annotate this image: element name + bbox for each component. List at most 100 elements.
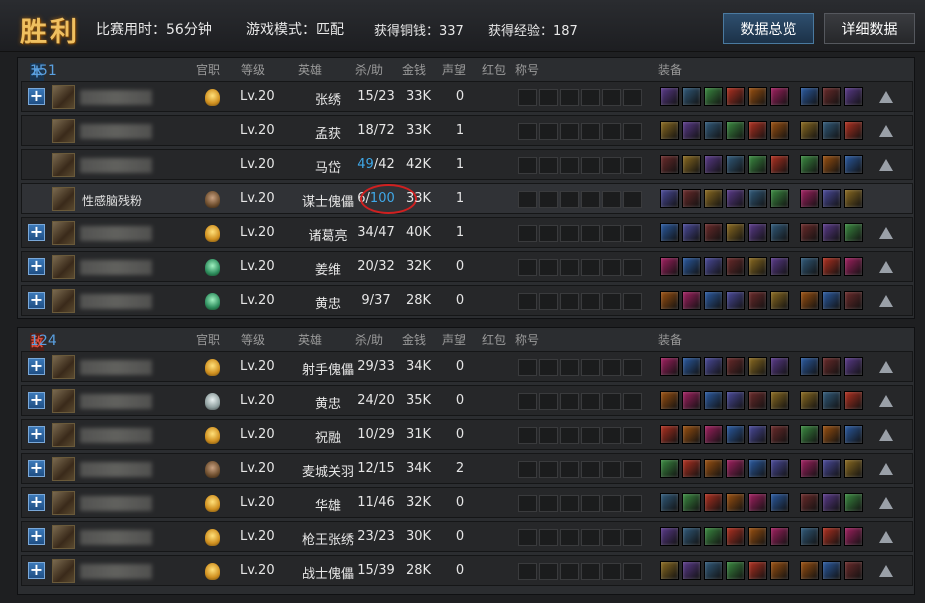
equipment-item-icon[interactable]: [726, 357, 745, 376]
player-row[interactable]: + Lv.20 诸葛亮 34/47 40K 1: [21, 217, 913, 248]
equipment-item-icon[interactable]: [682, 357, 701, 376]
equipment-item-icon[interactable]: [726, 121, 745, 140]
equipment-item-icon[interactable]: [844, 357, 863, 376]
equipment-item-icon[interactable]: [748, 561, 767, 580]
equipment-item-icon[interactable]: [726, 459, 745, 478]
equipment-item-icon[interactable]: [704, 493, 723, 512]
equipment-item-icon[interactable]: [660, 121, 679, 140]
equipment-item-icon[interactable]: [660, 189, 679, 208]
equipment-item-icon[interactable]: [822, 527, 841, 546]
equipment-item-icon[interactable]: [770, 425, 789, 444]
equipment-item-icon[interactable]: [844, 121, 863, 140]
report-icon[interactable]: [879, 395, 893, 407]
equipment-item-icon[interactable]: [704, 561, 723, 580]
equipment-item-icon[interactable]: [770, 391, 789, 410]
equipment-item-icon[interactable]: [770, 561, 789, 580]
equipment-item-icon[interactable]: [682, 493, 701, 512]
add-friend-button[interactable]: +: [28, 258, 45, 275]
player-row[interactable]: + Lv.20 枪王张绣 23/23 30K 0: [21, 521, 913, 552]
report-icon[interactable]: [879, 227, 893, 239]
equipment-item-icon[interactable]: [704, 189, 723, 208]
player-row[interactable]: Lv.20 孟获 18/72 33K 1: [21, 115, 913, 146]
report-icon[interactable]: [879, 295, 893, 307]
equipment-item-icon[interactable]: [800, 493, 819, 512]
equipment-item-icon[interactable]: [770, 493, 789, 512]
equipment-item-icon[interactable]: [660, 493, 679, 512]
equipment-item-icon[interactable]: [704, 391, 723, 410]
equipment-item-icon[interactable]: [748, 425, 767, 444]
equipment-item-icon[interactable]: [704, 155, 723, 174]
equipment-item-icon[interactable]: [822, 561, 841, 580]
equipment-item-icon[interactable]: [822, 291, 841, 310]
equipment-item-icon[interactable]: [748, 189, 767, 208]
equipment-item-icon[interactable]: [822, 223, 841, 242]
equipment-item-icon[interactable]: [748, 391, 767, 410]
data-overview-button[interactable]: 数据总览: [723, 13, 814, 44]
equipment-item-icon[interactable]: [770, 189, 789, 208]
equipment-item-icon[interactable]: [682, 257, 701, 276]
player-row[interactable]: + Lv.20 黄忠 24/20 35K 0: [21, 385, 913, 416]
equipment-item-icon[interactable]: [704, 527, 723, 546]
equipment-item-icon[interactable]: [726, 527, 745, 546]
equipment-item-icon[interactable]: [748, 357, 767, 376]
report-icon[interactable]: [879, 531, 893, 543]
player-row[interactable]: + Lv.20 麦城关羽 12/15 34K 2: [21, 453, 913, 484]
equipment-item-icon[interactable]: [682, 561, 701, 580]
equipment-item-icon[interactable]: [822, 87, 841, 106]
equipment-item-icon[interactable]: [800, 527, 819, 546]
add-friend-button[interactable]: +: [28, 224, 45, 241]
player-row[interactable]: + Lv.20 战士傀儡 15/39 28K 0: [21, 555, 913, 586]
equipment-item-icon[interactable]: [660, 425, 679, 444]
equipment-item-icon[interactable]: [726, 561, 745, 580]
report-icon[interactable]: [879, 91, 893, 103]
equipment-item-icon[interactable]: [748, 87, 767, 106]
add-friend-button[interactable]: +: [28, 460, 45, 477]
equipment-item-icon[interactable]: [748, 291, 767, 310]
equipment-item-icon[interactable]: [660, 459, 679, 478]
equipment-item-icon[interactable]: [800, 391, 819, 410]
equipment-item-icon[interactable]: [748, 257, 767, 276]
equipment-item-icon[interactable]: [726, 189, 745, 208]
equipment-item-icon[interactable]: [770, 527, 789, 546]
equipment-item-icon[interactable]: [844, 155, 863, 174]
equipment-item-icon[interactable]: [822, 189, 841, 208]
report-icon[interactable]: [879, 125, 893, 137]
equipment-item-icon[interactable]: [748, 527, 767, 546]
equipment-item-icon[interactable]: [844, 459, 863, 478]
equipment-item-icon[interactable]: [822, 357, 841, 376]
equipment-item-icon[interactable]: [822, 493, 841, 512]
equipment-item-icon[interactable]: [682, 223, 701, 242]
player-row[interactable]: + Lv.20 姜维 20/32 32K 0: [21, 251, 913, 282]
equipment-item-icon[interactable]: [660, 391, 679, 410]
equipment-item-icon[interactable]: [682, 87, 701, 106]
equipment-item-icon[interactable]: [682, 459, 701, 478]
equipment-item-icon[interactable]: [822, 425, 841, 444]
report-icon[interactable]: [879, 361, 893, 373]
equipment-item-icon[interactable]: [660, 155, 679, 174]
equipment-item-icon[interactable]: [726, 425, 745, 444]
add-friend-button[interactable]: +: [28, 88, 45, 105]
add-friend-button[interactable]: +: [28, 292, 45, 309]
equipment-item-icon[interactable]: [844, 257, 863, 276]
equipment-item-icon[interactable]: [800, 121, 819, 140]
equipment-item-icon[interactable]: [770, 155, 789, 174]
equipment-item-icon[interactable]: [660, 87, 679, 106]
player-row[interactable]: + Lv.20 张绣 15/23 33K 0: [21, 81, 913, 112]
equipment-item-icon[interactable]: [844, 87, 863, 106]
equipment-item-icon[interactable]: [822, 459, 841, 478]
equipment-item-icon[interactable]: [726, 257, 745, 276]
detail-data-button[interactable]: 详细数据: [824, 13, 915, 44]
equipment-item-icon[interactable]: [704, 425, 723, 444]
report-icon[interactable]: [879, 463, 893, 475]
equipment-item-icon[interactable]: [800, 561, 819, 580]
report-icon[interactable]: [879, 261, 893, 273]
equipment-item-icon[interactable]: [726, 493, 745, 512]
equipment-item-icon[interactable]: [682, 527, 701, 546]
equipment-item-icon[interactable]: [770, 459, 789, 478]
equipment-item-icon[interactable]: [660, 357, 679, 376]
equipment-item-icon[interactable]: [748, 121, 767, 140]
equipment-item-icon[interactable]: [682, 121, 701, 140]
equipment-item-icon[interactable]: [800, 223, 819, 242]
add-friend-button[interactable]: +: [28, 426, 45, 443]
equipment-item-icon[interactable]: [844, 493, 863, 512]
